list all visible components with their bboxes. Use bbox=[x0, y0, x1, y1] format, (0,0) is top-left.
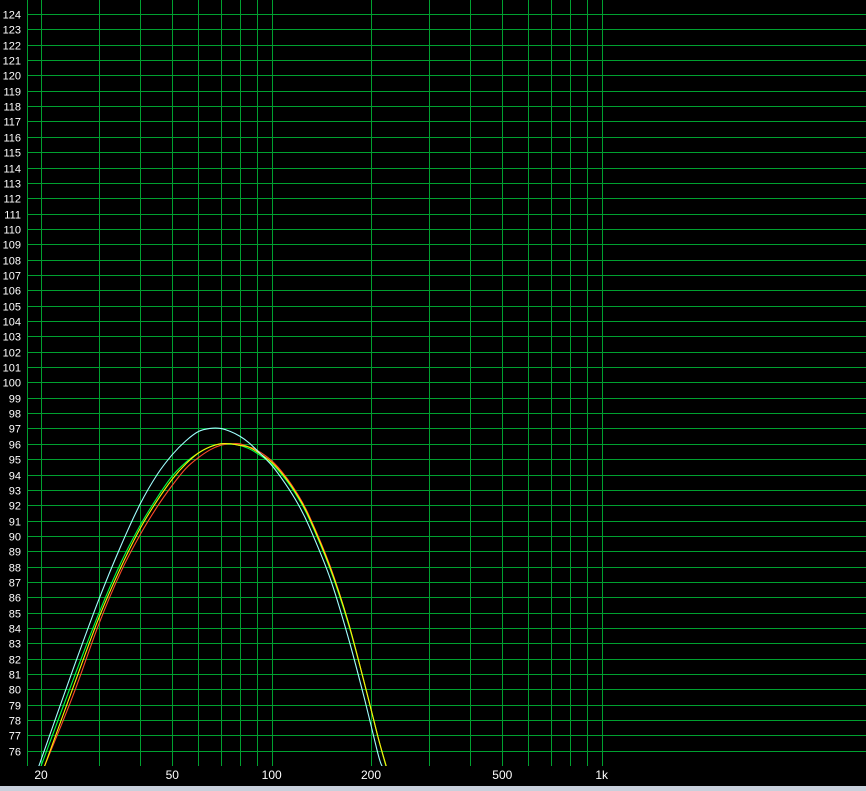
y-tick-label: 82 bbox=[9, 655, 21, 667]
y-tick-label: 93 bbox=[9, 486, 21, 498]
y-tick-label: 103 bbox=[3, 332, 21, 344]
x-tick-label: 20 bbox=[34, 768, 48, 782]
y-axis-ticks: 76 77 78 79 80 81 82 83 84 85 86 87 88 89 90 91 92 93 94 95… bbox=[3, 10, 21, 759]
y-tick-label: 99 bbox=[9, 394, 21, 406]
grid bbox=[27, 0, 866, 766]
y-tick-label: 83 bbox=[9, 639, 21, 651]
y-tick-label: 91 bbox=[9, 517, 21, 529]
y-tick-label: 117 bbox=[3, 117, 21, 129]
y-tick-label: 109 bbox=[3, 240, 21, 252]
y-tick-label: 100 bbox=[3, 378, 21, 390]
x-tick-label: 1k bbox=[595, 768, 609, 782]
y-tick-label: 78 bbox=[9, 716, 21, 728]
y-tick-label: 84 bbox=[9, 624, 21, 636]
y-tick-label: 76 bbox=[9, 747, 21, 759]
y-tick-label: 122 bbox=[3, 41, 21, 53]
series-line-2 bbox=[40, 442, 387, 766]
x-tick-label: 100 bbox=[262, 768, 282, 782]
y-tick-label: 86 bbox=[9, 593, 21, 605]
y-tick-label: 94 bbox=[9, 471, 21, 483]
y-tick-label: 116 bbox=[3, 133, 21, 145]
y-tick-label: 80 bbox=[9, 685, 21, 697]
frequency-response-chart: 76 77 78 79 80 81 82 83 84 85 86 87 88 89 90 91 92 93 94 95… bbox=[0, 0, 866, 791]
bottom-scroll-strip bbox=[0, 786, 866, 791]
y-tick-label: 104 bbox=[3, 317, 21, 329]
y-tick-label: 121 bbox=[3, 56, 21, 68]
x-tick-label: 50 bbox=[166, 768, 180, 782]
x-tick-label: 200 bbox=[361, 768, 381, 782]
y-tick-label: 77 bbox=[9, 731, 21, 743]
y-tick-label: 114 bbox=[3, 164, 21, 176]
y-tick-label: 106 bbox=[3, 286, 21, 298]
y-tick-label: 102 bbox=[3, 348, 21, 360]
y-tick-label: 113 bbox=[3, 179, 21, 191]
y-tick-label: 81 bbox=[9, 670, 21, 682]
y-tick-label: 97 bbox=[9, 424, 21, 436]
series-line-1 bbox=[44, 442, 387, 766]
x-axis-ticks: 20 50 100 200 500 1k bbox=[34, 768, 609, 782]
y-tick-label: 101 bbox=[3, 363, 21, 375]
y-tick-label: 118 bbox=[3, 102, 21, 114]
y-tick-label: 111 bbox=[4, 210, 21, 222]
y-tick-label: 88 bbox=[9, 563, 21, 575]
series-line-3 bbox=[44, 442, 387, 766]
y-tick-label: 112 bbox=[3, 194, 21, 206]
y-tick-label: 87 bbox=[9, 578, 21, 590]
y-tick-label: 79 bbox=[9, 701, 21, 713]
y-tick-label: 92 bbox=[9, 501, 21, 513]
y-tick-label: 90 bbox=[9, 532, 21, 544]
chart-canvas: 76 77 78 79 80 81 82 83 84 85 86 87 88 89 90 91 92 93 94 95… bbox=[0, 0, 866, 791]
y-tick-label: 119 bbox=[3, 87, 21, 99]
y-tick-label: 124 bbox=[3, 10, 21, 22]
y-tick-label: 107 bbox=[3, 271, 21, 283]
x-tick-label: 500 bbox=[492, 768, 512, 782]
y-tick-label: 120 bbox=[3, 71, 21, 83]
y-tick-label: 110 bbox=[3, 225, 21, 237]
y-tick-label: 98 bbox=[9, 409, 21, 421]
y-tick-label: 85 bbox=[9, 609, 21, 621]
y-tick-label: 108 bbox=[3, 256, 21, 268]
y-tick-label: 115 bbox=[3, 148, 21, 160]
y-tick-label: 96 bbox=[9, 440, 21, 452]
y-tick-label: 95 bbox=[9, 455, 21, 467]
y-tick-label: 105 bbox=[3, 302, 21, 314]
y-tick-label: 123 bbox=[3, 25, 21, 37]
y-tick-label: 89 bbox=[9, 547, 21, 559]
